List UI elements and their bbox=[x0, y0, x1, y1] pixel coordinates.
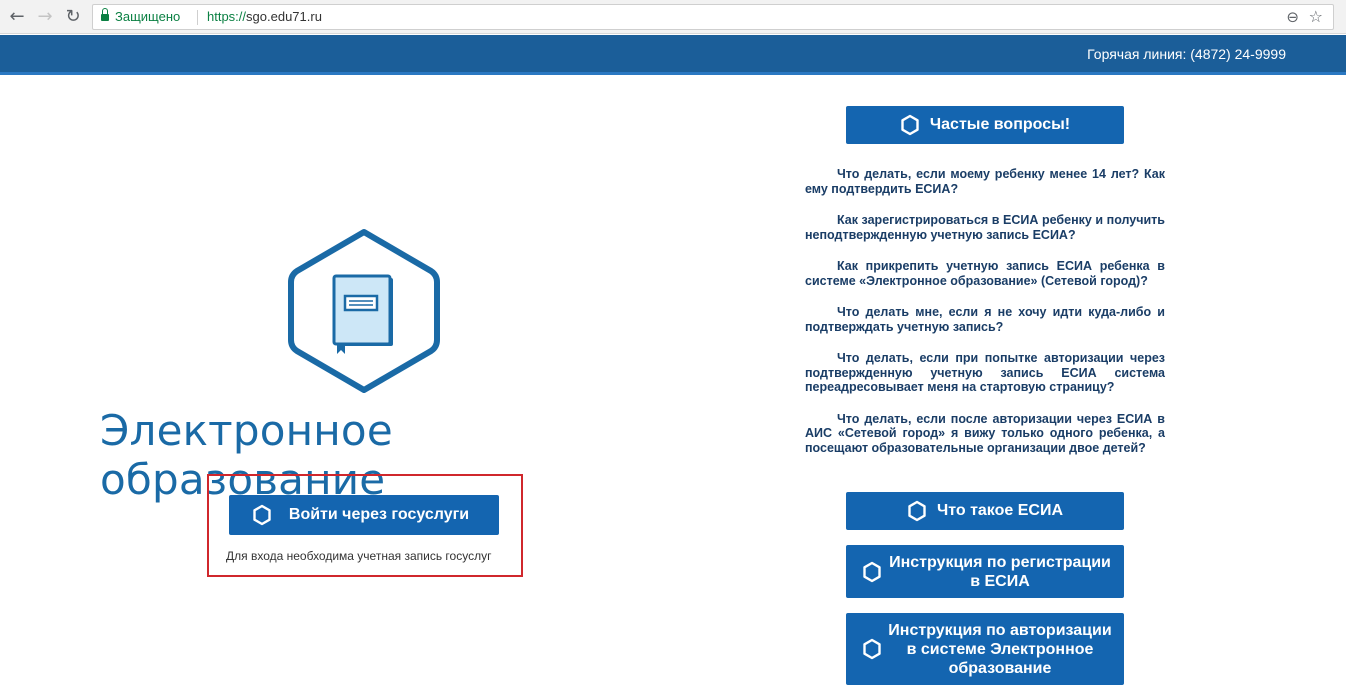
address-bar[interactable]: Защищено https://sgo.edu71.ru ⊖ ☆ bbox=[92, 4, 1334, 30]
url-scheme: https:// bbox=[207, 9, 247, 24]
faq-link[interactable]: Как прикрепить учетную запись ЕСИА ребен… bbox=[805, 259, 1165, 288]
url-host: sgo.edu71.ru bbox=[246, 9, 322, 24]
browser-toolbar: ← → ↻ Защищено https://sgo.edu71.ru ⊖ ☆ bbox=[0, 0, 1346, 34]
faq-button[interactable]: Частые вопросы! bbox=[846, 106, 1124, 144]
what-is-esia-button[interactable]: Что такое ЕСИА bbox=[846, 492, 1124, 530]
what-is-esia-label: Что такое ЕСИА bbox=[936, 502, 1063, 519]
authorization-guide-label: Инструкция по авторизации в системе Элек… bbox=[888, 621, 1112, 677]
zoom-icon[interactable]: ⊖ bbox=[1286, 8, 1299, 26]
authorization-guide-button[interactable]: Инструкция по авторизации в системе Элек… bbox=[846, 613, 1124, 685]
hexagon-icon bbox=[901, 114, 919, 136]
bookmark-star-icon[interactable]: ☆ bbox=[1309, 7, 1323, 26]
login-note: Для входа необходима учетная запись госу… bbox=[226, 549, 492, 563]
reload-icon[interactable]: ↻ bbox=[62, 6, 84, 28]
hotline-text: Горячая линия: (4872) 24-9999 bbox=[1087, 46, 1286, 62]
faq-link[interactable]: Что делать, если моему ребенку менее 14 … bbox=[805, 167, 1165, 196]
hexagon-icon bbox=[863, 638, 881, 660]
registration-guide-button[interactable]: Инструкция по регистрации в ЕСИА bbox=[846, 545, 1124, 598]
faq-link[interactable]: Что делать, если после авторизации через… bbox=[805, 412, 1165, 456]
lock-icon bbox=[101, 8, 109, 22]
hexagon-icon bbox=[253, 504, 271, 526]
faq-list: Что делать, если моему ребенку менее 14 … bbox=[805, 167, 1165, 472]
forward-arrow-icon[interactable]: → bbox=[34, 6, 56, 28]
back-arrow-icon[interactable]: ← bbox=[6, 6, 28, 28]
faq-button-label: Частые вопросы! bbox=[929, 116, 1071, 133]
hexagon-icon bbox=[908, 500, 926, 522]
secure-label: Защищено bbox=[115, 9, 181, 24]
registration-guide-label: Инструкция по регистрации в ЕСИА bbox=[889, 553, 1111, 590]
hexagon-icon bbox=[863, 561, 881, 583]
site-header: Горячая линия: (4872) 24-9999 bbox=[0, 35, 1346, 75]
faq-link[interactable]: Что делать мне, если я не хочу идти куда… bbox=[805, 305, 1165, 334]
book-icon bbox=[288, 229, 440, 393]
address-separator bbox=[197, 10, 198, 25]
gosuslugi-login-button[interactable]: Войти через госуслуги bbox=[229, 495, 499, 535]
gosuslugi-login-label: Войти через госуслуги bbox=[288, 506, 470, 523]
url-text[interactable]: https://sgo.edu71.ru bbox=[207, 9, 322, 24]
faq-link[interactable]: Как зарегистрироваться в ЕСИА ребенку и … bbox=[805, 213, 1165, 242]
faq-link[interactable]: Что делать, если при попытке авторизации… bbox=[805, 351, 1165, 395]
